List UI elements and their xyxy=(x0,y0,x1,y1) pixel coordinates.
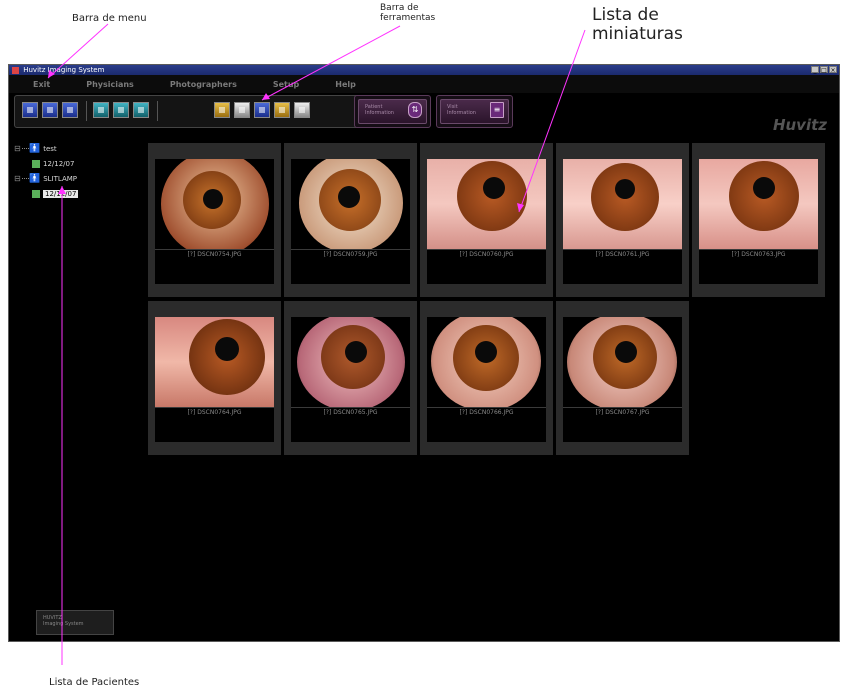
visit-icon xyxy=(32,189,40,198)
status-line2: Imaging System xyxy=(43,621,84,627)
eye-photo xyxy=(291,317,410,407)
export-icon[interactable] xyxy=(254,102,270,118)
thumbnail-caption: [?] DSCN0766.JPG xyxy=(427,407,546,442)
patient-information-button[interactable]: Patient Information ⇅ xyxy=(354,95,431,128)
compare-icon[interactable] xyxy=(133,102,149,118)
app-window: Huvitz Imaging System _ □ × Exit Physici… xyxy=(8,64,840,642)
eye-photo xyxy=(155,317,274,407)
app-icon xyxy=(12,66,19,74)
thumbnail-caption: [?] DSCN0759.JPG xyxy=(291,249,410,284)
visit-information-button[interactable]: Visit Information ≡ xyxy=(436,95,513,128)
delete-patient-icon[interactable] xyxy=(62,102,78,118)
visit-information-label: Visit Information xyxy=(447,104,476,116)
eye-photo xyxy=(427,159,546,249)
eye-photo xyxy=(427,317,546,407)
maximize-button[interactable]: □ xyxy=(820,66,828,74)
thumbnail-caption: [?] DSCN0761.JPG xyxy=(563,249,682,284)
thumbnail[interactable]: [?] DSCN0765.JPG xyxy=(284,301,417,455)
thumbnail-caption: [?] DSCN0754.JPG xyxy=(155,249,274,284)
thumbnail[interactable]: [?] DSCN0764.JPG xyxy=(148,301,281,455)
tree-visit-selected[interactable]: 12/12/07 xyxy=(14,186,142,201)
patient-icon: 🚹 xyxy=(29,173,41,184)
menu-photographers[interactable]: Photographers xyxy=(170,80,237,89)
eye-photo xyxy=(699,159,818,249)
menu-physicians[interactable]: Physicians xyxy=(86,80,134,89)
copy-icon[interactable] xyxy=(274,102,290,118)
search-patient-icon[interactable] xyxy=(42,102,58,118)
thumbnail-list: [?] DSCN0754.JPG [?] DSCN0759.JPG [?] DS… xyxy=(148,143,825,455)
patient-name: test xyxy=(43,144,57,153)
import-icon[interactable] xyxy=(113,102,129,118)
callout-patients: Lista de Pacientes xyxy=(49,677,140,688)
callout-thumbnails-line2: miniaturas xyxy=(592,24,683,44)
patient-info-icon: ⇅ xyxy=(408,102,422,118)
menu-help[interactable]: Help xyxy=(335,80,356,89)
callout-thumbnails-line1: Lista de xyxy=(592,5,659,25)
thumbnail-caption: [?] DSCN0764.JPG xyxy=(155,407,274,442)
eye-photo xyxy=(291,159,410,249)
thumbnail[interactable]: [?] DSCN0760.JPG xyxy=(420,143,553,297)
visit-date: 12/12/07 xyxy=(43,189,79,198)
status-box: HUVITZ Imaging System xyxy=(36,610,114,635)
brand-logo: Huvitz xyxy=(772,116,827,134)
patient-information-label: Patient Information xyxy=(365,104,394,116)
toolbar-separator xyxy=(157,101,158,121)
slideshow-icon[interactable] xyxy=(234,102,250,118)
callout-menu-bar: Barra de menu xyxy=(72,13,147,24)
patient-name: SLITLAMP xyxy=(43,174,78,183)
expand-icon[interactable]: ⊟ xyxy=(14,174,22,183)
callout-toolbar-line2: ferramentas xyxy=(380,13,436,23)
thumbnail[interactable]: [?] DSCN0763.JPG xyxy=(692,143,825,297)
add-patient-icon[interactable] xyxy=(22,102,38,118)
thumbnail-caption: [?] DSCN0765.JPG xyxy=(291,407,410,442)
thumbnail-caption: [?] DSCN0763.JPG xyxy=(699,249,818,284)
visit-date: 12/12/07 xyxy=(43,159,75,168)
title-bar: Huvitz Imaging System _ □ × xyxy=(9,65,839,75)
eye-photo xyxy=(563,317,682,407)
thumbnail[interactable]: [?] DSCN0761.JPG xyxy=(556,143,689,297)
menu-setup[interactable]: Setup xyxy=(273,80,299,89)
thumbnail[interactable]: [?] DSCN0767.JPG xyxy=(556,301,689,455)
visit-info-icon: ≡ xyxy=(490,102,504,118)
visit-icon xyxy=(32,159,40,168)
thumbnail[interactable]: [?] DSCN0766.JPG xyxy=(420,301,553,455)
close-button[interactable]: × xyxy=(829,66,837,74)
expand-icon[interactable]: ⊟ xyxy=(14,144,22,153)
toolbar-separator xyxy=(86,101,87,121)
tree-patient-test[interactable]: ⊟ 🚹 test xyxy=(14,141,142,156)
callout-thumbnails: Lista de miniaturas xyxy=(592,6,683,44)
print-icon[interactable] xyxy=(294,102,310,118)
menu-bar: Exit Physicians Photographers Setup Help xyxy=(9,75,839,93)
menu-exit[interactable]: Exit xyxy=(33,80,50,89)
minimize-button[interactable]: _ xyxy=(811,66,819,74)
patient-list: ⊟ 🚹 test 12/12/07 ⊟ 🚹 SLITLAMP 12/12/07 xyxy=(14,141,142,201)
eye-photo xyxy=(155,159,274,249)
thumbnail[interactable]: [?] DSCN0754.JPG xyxy=(148,143,281,297)
view-icon[interactable] xyxy=(214,102,230,118)
toolbar xyxy=(14,95,359,128)
capture-icon[interactable] xyxy=(93,102,109,118)
callout-toolbar-line1: Barra de xyxy=(380,3,419,13)
tree-visit[interactable]: 12/12/07 xyxy=(14,156,142,171)
callout-toolbar: Barra de ferramentas xyxy=(380,3,435,23)
eye-photo xyxy=(563,159,682,249)
thumbnail-caption: [?] DSCN0760.JPG xyxy=(427,249,546,284)
window-title: Huvitz Imaging System xyxy=(23,66,105,74)
thumbnail-caption: [?] DSCN0767.JPG xyxy=(563,407,682,442)
patient-icon: 🚹 xyxy=(29,143,41,154)
tree-patient-slitlamp[interactable]: ⊟ 🚹 SLITLAMP xyxy=(14,171,142,186)
window-controls: _ □ × xyxy=(811,66,837,74)
thumbnail[interactable]: [?] DSCN0759.JPG xyxy=(284,143,417,297)
